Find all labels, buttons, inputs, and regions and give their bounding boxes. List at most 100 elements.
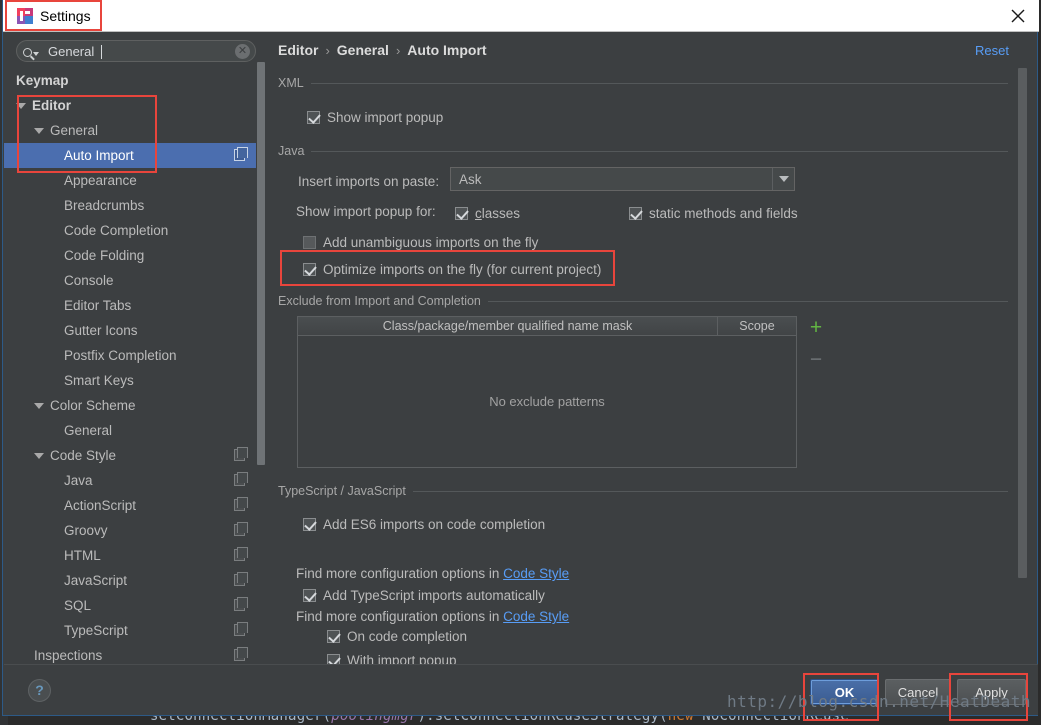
close-icon[interactable]	[1009, 7, 1027, 25]
sidebar-item-groovy[interactable]: Groovy	[4, 518, 257, 543]
breadcrumb-item-auto-import: Auto Import	[407, 42, 487, 58]
checkbox-add-unambiguous-imports[interactable]: Add unambiguous imports on the fly	[303, 231, 538, 253]
checkbox-on-code-completion[interactable]: On code completion	[327, 625, 467, 647]
hint-code-style-1: Find more configuration options in Code …	[296, 566, 569, 581]
clear-icon[interactable]: ✕	[235, 44, 250, 59]
sidebar-item-label: SQL	[64, 598, 92, 613]
chevron-right-icon: ›	[325, 42, 330, 58]
sidebar-item-label: JavaScript	[64, 573, 128, 588]
copy-settings-icon[interactable]	[234, 497, 248, 511]
code-style-link-2[interactable]: Code Style	[503, 609, 569, 624]
sidebar-item-label: Code Completion	[64, 223, 169, 238]
search-input[interactable]: General ✕	[16, 40, 256, 62]
checkbox-classes[interactable]: cclasseslasses	[455, 202, 520, 224]
hint-prefix-2: Find more configuration options in	[296, 609, 504, 624]
checkbox-add-unambiguous-label: Add unambiguous imports on the fly	[323, 234, 539, 250]
breadcrumb: Editor › General › Auto Import	[278, 42, 487, 58]
checkbox-icon[interactable]	[303, 517, 316, 531]
exclude-patterns-table[interactable]: Class/package/member qualified name mask…	[297, 316, 797, 468]
copy-settings-icon[interactable]	[234, 522, 248, 536]
checkbox-add-typescript-label: Add TypeScript imports automatically	[323, 587, 545, 603]
sidebar-item-editor[interactable]: Editor	[4, 93, 257, 118]
copy-settings-icon[interactable]	[234, 647, 248, 661]
hint-code-style-2: Find more configuration options in Code …	[296, 609, 569, 624]
sidebar-item-code-completion[interactable]: Code Completion	[4, 218, 257, 243]
sidebar-item-smart-keys[interactable]: Smart Keys	[4, 368, 257, 393]
sidebar-item-gutter-icons[interactable]: Gutter Icons	[4, 318, 257, 343]
insert-imports-dropdown[interactable]: Ask	[450, 167, 795, 191]
breadcrumb-item-editor[interactable]: Editor	[278, 42, 318, 58]
checkbox-icon[interactable]	[303, 588, 316, 602]
sidebar-item-auto-import[interactable]: Auto Import	[4, 143, 257, 168]
copy-settings-icon[interactable]	[234, 447, 248, 461]
chevron-down-icon[interactable]	[772, 168, 794, 190]
sidebar-item-general[interactable]: General	[4, 418, 257, 443]
section-divider	[310, 82, 1008, 84]
search-input-value: General	[48, 44, 95, 59]
checkbox-optimize-imports-label: Optimize imports on the fly (for current…	[323, 261, 602, 277]
sidebar-item-java[interactable]: Java	[4, 468, 257, 493]
settings-dialog: Settings General ✕ Keymap Editor General Au	[2, 0, 1039, 716]
sidebar-item-code-style[interactable]: Code Style	[4, 443, 257, 468]
checkbox-icon[interactable]	[455, 206, 468, 220]
sidebar-item-label: Breadcrumbs	[64, 198, 145, 213]
checkbox-static-methods-label: static methods and fields	[649, 205, 798, 221]
sidebar-item-label: Color Scheme	[50, 398, 136, 413]
copy-settings-icon[interactable]	[234, 597, 248, 611]
checkbox-icon[interactable]	[303, 262, 316, 276]
reset-link[interactable]: Reset	[975, 43, 1009, 58]
chevron-down-icon[interactable]	[34, 127, 44, 134]
breadcrumb-item-general[interactable]: General	[337, 42, 389, 58]
sidebar-item-code-folding[interactable]: Code Folding	[4, 243, 257, 268]
copy-settings-icon[interactable]	[234, 572, 248, 586]
copy-settings-icon[interactable]	[234, 547, 248, 561]
copy-settings-icon[interactable]	[234, 472, 248, 486]
sidebar-item-javascript[interactable]: JavaScript	[4, 568, 257, 593]
chevron-down-icon[interactable]	[16, 102, 26, 109]
checkbox-add-es6-imports[interactable]: Add ES6 imports on code completion	[303, 513, 545, 535]
ts-js-section-title: TypeScript / JavaScript	[278, 484, 406, 498]
sidebar-item-appearance[interactable]: Appearance	[4, 168, 257, 193]
copy-settings-icon[interactable]	[234, 622, 248, 636]
intellij-logo-icon	[17, 8, 33, 24]
plus-icon[interactable]: +	[805, 317, 827, 338]
sidebar-item-keymap[interactable]: Keymap	[4, 68, 257, 93]
text-cursor	[101, 45, 102, 59]
sidebar-item-inspections[interactable]: Inspections	[4, 643, 257, 664]
settings-tab[interactable]: Settings	[7, 1, 105, 31]
help-button[interactable]: ?	[28, 679, 51, 702]
sidebar-item-color-scheme[interactable]: Color Scheme	[4, 393, 257, 418]
sidebar-item-typescript[interactable]: TypeScript	[4, 618, 257, 643]
sidebar-item-label: Groovy	[64, 523, 108, 538]
table-header-scope[interactable]: Scope	[718, 317, 796, 335]
chevron-down-icon[interactable]	[34, 402, 44, 409]
section-divider-4	[412, 490, 1008, 492]
sidebar-item-postfix-completion[interactable]: Postfix Completion	[4, 343, 257, 368]
minus-icon[interactable]: −	[805, 349, 827, 370]
checkbox-icon[interactable]	[327, 629, 340, 643]
sidebar-item-label: Editor	[32, 98, 71, 113]
sidebar-item-html[interactable]: HTML	[4, 543, 257, 568]
sidebar-item-actionscript[interactable]: ActionScript	[4, 493, 257, 518]
checkbox-icon[interactable]	[629, 206, 642, 220]
checkbox-icon[interactable]	[307, 110, 320, 124]
checkbox-add-typescript-imports[interactable]: Add TypeScript imports automatically	[303, 584, 545, 606]
checkbox-icon[interactable]	[303, 235, 316, 249]
sidebar-scrollbar-thumb[interactable]	[257, 62, 265, 465]
checkbox-static-methods[interactable]: static methods and fields	[629, 202, 798, 224]
sidebar-item-console[interactable]: Console	[4, 268, 257, 293]
checkbox-add-es6-label: Add ES6 imports on code completion	[323, 516, 546, 532]
chevron-down-icon[interactable]	[34, 452, 44, 459]
exclude-section: Exclude from Import and Completion	[278, 294, 1008, 308]
checkbox-show-import-popup[interactable]: Show import popup	[307, 106, 1008, 128]
sidebar-item-sql[interactable]: SQL	[4, 593, 257, 618]
table-header-mask[interactable]: Class/package/member qualified name mask	[298, 317, 718, 335]
copy-settings-icon[interactable]	[234, 147, 248, 161]
sidebar-item-breadcrumbs[interactable]: Breadcrumbs	[4, 193, 257, 218]
settings-tree[interactable]: Keymap Editor General Auto Import Appearance…	[4, 68, 257, 664]
checkbox-optimize-imports[interactable]: Optimize imports on the fly (for current…	[303, 258, 601, 280]
content-scrollbar-thumb[interactable]	[1018, 68, 1027, 578]
sidebar-item-editor-tabs[interactable]: Editor Tabs	[4, 293, 257, 318]
code-style-link-1[interactable]: Code Style	[503, 566, 569, 581]
sidebar-item-general[interactable]: General	[4, 118, 257, 143]
